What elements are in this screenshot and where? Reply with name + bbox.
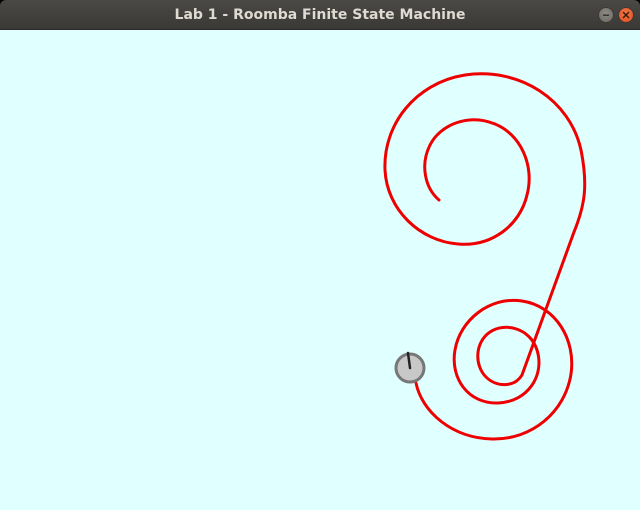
close-button[interactable] (618, 7, 634, 23)
robot-trail (383, 72, 587, 441)
app-window: Lab 1 - Roomba Finite State Machine (0, 0, 640, 510)
window-title: Lab 1 - Roomba Finite State Machine (174, 7, 466, 23)
minimize-button[interactable] (598, 7, 614, 23)
simulation-drawing (383, 72, 587, 441)
title-bar[interactable]: Lab 1 - Roomba Finite State Machine (0, 0, 640, 30)
close-icon (622, 11, 630, 19)
simulation-canvas (0, 30, 640, 510)
roomba-robot[interactable] (394, 351, 426, 384)
minimize-icon (602, 11, 610, 19)
